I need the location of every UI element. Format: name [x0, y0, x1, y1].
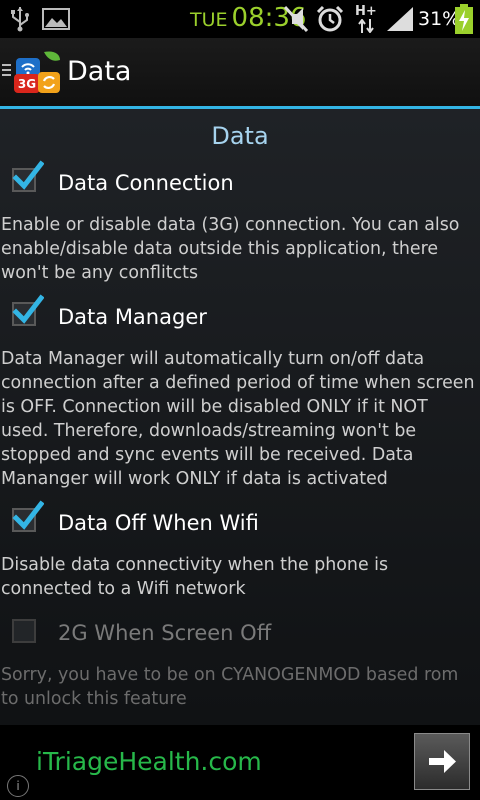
signal-icon: [386, 6, 414, 36]
arrow-right-icon: [429, 750, 456, 773]
ad-arrow-button[interactable]: [414, 733, 470, 790]
alarm-icon: [316, 5, 344, 37]
app-logo-3g-icon[interactable]: 3G: [14, 50, 62, 98]
preferences-screen: Data Data Connection Enable or disable d…: [0, 109, 480, 725]
section-title: Data: [211, 122, 269, 150]
2g-screen-off-summary: Sorry, you have to be on CYANOGENMOD bas…: [1, 665, 459, 709]
usb-icon: [9, 6, 31, 36]
data-connection-checkbox[interactable]: [12, 160, 44, 192]
image-icon: [42, 8, 70, 34]
svg-text:3G: 3G: [18, 77, 36, 91]
pref-data-off-when-wifi[interactable]: Data Off When Wifi Disable data connecti…: [0, 500, 480, 604]
checkmark-icon: [12, 500, 44, 530]
pref-data-manager[interactable]: Data Manager Data Manager will automatic…: [0, 294, 480, 498]
ad-info-icon[interactable]: i: [7, 775, 29, 797]
data-off-wifi-title: Data Off When Wifi: [58, 511, 259, 535]
pref-2g-screen-off: 2G When Screen Off Sorry, you have to be…: [0, 614, 480, 714]
battery-charging-icon: [454, 4, 474, 38]
status-bar: TUE 08:36 H+ 31%: [0, 0, 480, 38]
action-bar: 3G Data: [0, 38, 480, 106]
network-type: H+: [355, 4, 377, 19]
2g-screen-off-checkbox: [12, 619, 36, 643]
data-off-wifi-checkbox[interactable]: [12, 500, 44, 532]
app-title: Data: [67, 56, 132, 87]
status-day: TUE: [190, 9, 228, 31]
drawer-menu-icon[interactable]: [2, 64, 11, 79]
ad-text[interactable]: iTriageHealth.com: [36, 747, 262, 776]
pref-data-connection[interactable]: Data Connection Enable or disable data (…: [0, 160, 480, 284]
silent-mode-icon: [282, 4, 310, 38]
ad-banner[interactable]: iTriageHealth.com i: [0, 725, 480, 800]
data-connection-summary: Enable or disable data (3G) connection. …: [1, 215, 460, 283]
data-off-wifi-summary: Disable data connectivity when the phone…: [1, 555, 389, 599]
data-manager-checkbox[interactable]: [12, 294, 44, 326]
data-connection-title: Data Connection: [58, 171, 234, 195]
data-manager-title: Data Manager: [58, 305, 207, 329]
checkmark-icon: [12, 160, 44, 190]
data-manager-summary: Data Manager will automatically turn on/…: [1, 349, 475, 489]
checkmark-icon: [12, 294, 44, 324]
data-arrows-icon: [358, 18, 374, 37]
2g-screen-off-title: 2G When Screen Off: [58, 621, 272, 645]
